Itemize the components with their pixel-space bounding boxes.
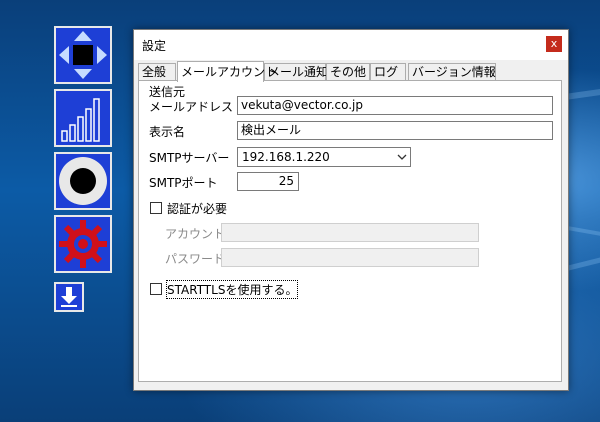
tab-other[interactable]: その他 <box>326 63 370 80</box>
smtp-server-label: SMTPサーバー <box>149 151 230 165</box>
settings-dialog: 設定 x 全般 メールアカウント メール通知 その他 ログ バージョン情報 送信… <box>133 29 569 391</box>
password-input[interactable] <box>221 248 479 267</box>
display-name-input[interactable]: 検出メール <box>237 121 553 140</box>
window-title: 設定 <box>142 39 167 53</box>
record-icon <box>59 157 107 205</box>
download-button[interactable] <box>54 282 84 312</box>
auth-required-checkbox[interactable] <box>150 202 162 214</box>
password-label: パスワード <box>165 252 226 266</box>
account-label: アカウント <box>165 227 226 241</box>
tab-general[interactable]: 全般 <box>138 63 176 80</box>
smtp-port-label: SMTPポート <box>149 176 218 190</box>
smtp-server-select[interactable]: 192.168.1.220 <box>237 147 411 167</box>
starttls-label[interactable]: STARTTLSを使用する。 <box>165 280 299 299</box>
close-button[interactable]: x <box>546 36 562 52</box>
tab-log[interactable]: ログ <box>370 63 406 80</box>
move-arrows-icon <box>59 31 107 79</box>
gear-icon <box>59 220 107 268</box>
record-button[interactable] <box>54 152 112 210</box>
auth-required-label: 認証が必要 <box>167 202 228 216</box>
smtp-server-value: 192.168.1.220 <box>242 150 330 164</box>
mail-address-label: メールアドレス <box>149 100 234 114</box>
mail-address-input[interactable]: vekuta@vector.co.jp <box>237 96 553 115</box>
tab-version[interactable]: バージョン情報 <box>408 63 496 80</box>
starttls-checkbox[interactable] <box>150 283 162 295</box>
tab-mail-account[interactable]: メールアカウント <box>177 61 277 82</box>
display-name-label: 表示名 <box>149 125 186 139</box>
settings-button[interactable] <box>54 215 112 273</box>
chart-button[interactable] <box>54 89 112 147</box>
mail-account-panel: 送信元 メールアドレス vekuta@vector.co.jp 表示名 検出メー… <box>138 80 562 382</box>
title-bar: 設定 x <box>134 30 568 60</box>
chevron-down-icon <box>397 154 407 160</box>
move-button[interactable] <box>54 26 112 84</box>
download-icon <box>61 287 77 307</box>
account-input[interactable] <box>221 223 479 242</box>
smtp-port-input[interactable]: 25 <box>237 172 299 191</box>
bar-chart-icon <box>61 98 100 142</box>
